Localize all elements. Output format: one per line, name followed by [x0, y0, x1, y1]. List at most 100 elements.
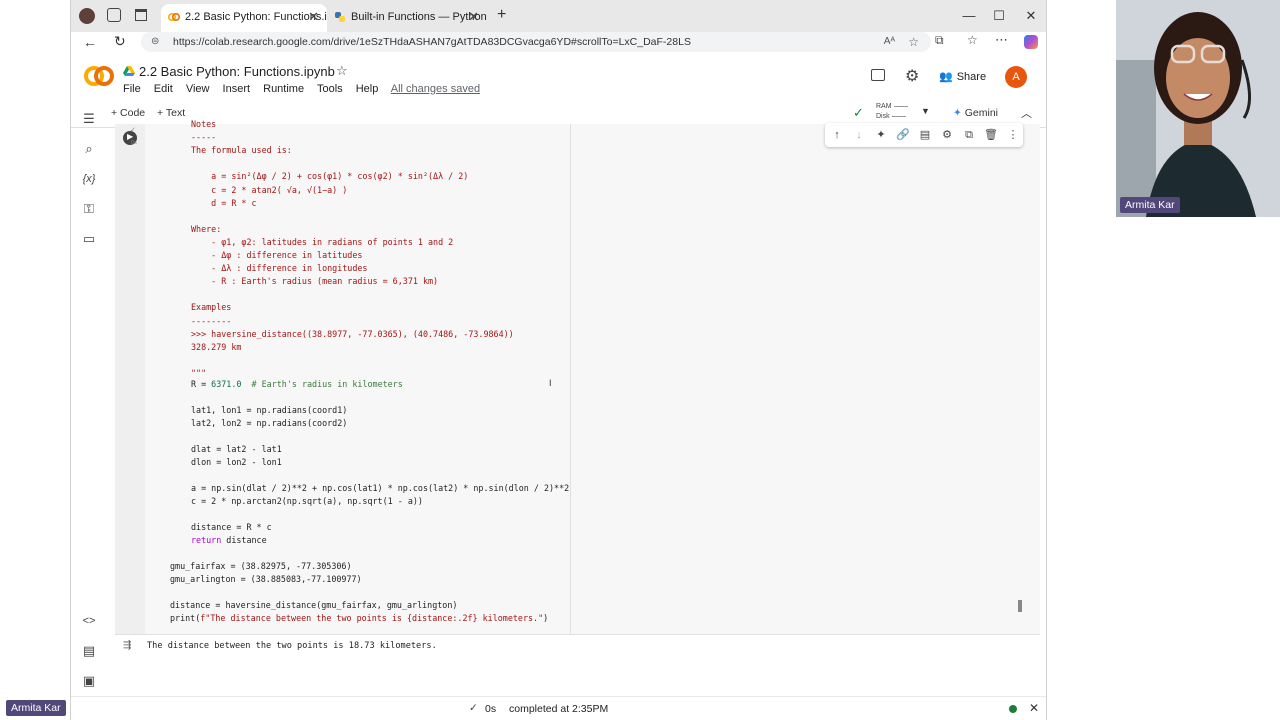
menu-view[interactable]: View [186, 83, 210, 95]
connected-check-icon: ✓ [853, 105, 864, 120]
docstring-line: 328.279 km [191, 341, 242, 352]
site-info-icon[interactable]: ⊜ [151, 32, 159, 52]
menu-bar: File Edit View Insert Runtime Tools Help… [123, 83, 490, 95]
table-of-contents-icon[interactable]: ☰ [80, 110, 98, 128]
comment-icon[interactable] [871, 69, 885, 81]
code-editor[interactable]: Notes ----- The formula used is: a = sin²(… [170, 119, 1046, 634]
code-line-lat2: lat2, lon2 = np.radians(coord2) [191, 418, 348, 428]
add-code-button[interactable]: + Code [111, 107, 145, 119]
search-icon[interactable]: ⌕ [80, 140, 98, 158]
drive-icon [123, 66, 135, 76]
code-line-arlington: gmu_arlington = (38.885083,-77.100977) [170, 574, 362, 584]
comment-icon[interactable]: ▤ [917, 127, 933, 143]
menu-insert[interactable]: Insert [223, 83, 251, 95]
status-bar: ✓ 0s completed at 2:35PM ✕ [71, 696, 1046, 720]
link-icon[interactable]: 🔗 [895, 127, 911, 143]
menu-help[interactable]: Help [356, 83, 379, 95]
command-palette-icon[interactable]: ▤ [80, 642, 98, 660]
screen: 2.2 Basic Python: Functions.ipynb ✕ Buil… [0, 0, 1280, 720]
gemini-sparkle-icon[interactable]: ✦ [873, 127, 889, 143]
tab-label: 2.2 Basic Python: Functions.ipynb [185, 11, 327, 23]
gemini-sparkle-icon: ✦ [953, 107, 962, 119]
read-aloud-icon[interactable]: Aᴬ [884, 32, 895, 52]
settings-gear-icon[interactable]: ⚙ [905, 66, 919, 86]
ram-bar [893, 105, 908, 107]
cell-toolbar: ↑ ↓ ✦ 🔗 ▤ ⚙ ⧉ 🗑 ⋮ [825, 123, 1023, 147]
tab-label: Built-in Functions — Python 3.13 [351, 11, 487, 23]
more-options-icon[interactable]: ⋮ [1005, 127, 1021, 143]
colab-header: 2.2 Basic Python: Functions.ipynb ☆ File… [71, 56, 1046, 128]
menu-edit[interactable]: Edit [154, 83, 173, 95]
new-tab-button[interactable]: + [497, 6, 506, 24]
code-cell[interactable]: ▶ ✓ 0s Notes ----- The formula used is: a … [115, 119, 1040, 634]
move-up-icon[interactable]: ↑ [829, 127, 845, 143]
text-cursor-icon: I [549, 378, 552, 388]
status-time: 0s [485, 703, 497, 715]
tab-bar: 2.2 Basic Python: Functions.ipynb ✕ Buil… [71, 0, 1046, 32]
close-window-icon[interactable]: ✕ [1021, 7, 1041, 25]
refresh-icon[interactable]: ↻ [114, 33, 126, 50]
code-line-dlon: dlon = lon2 - lon1 [191, 457, 282, 467]
minimize-icon[interactable]: — [959, 7, 979, 25]
copilot-icon[interactable] [1024, 35, 1038, 49]
user-avatar[interactable]: A [1005, 66, 1027, 88]
mirror-cell-icon[interactable]: ⧉ [961, 127, 977, 143]
webcam-feed: Armita Kar [1116, 0, 1280, 217]
cell-output: ⇶ The distance between the two points is… [115, 634, 1040, 660]
colab-logo-icon[interactable] [83, 64, 115, 88]
tab-python-docs[interactable]: Built-in Functions — Python 3.13 ✕ [327, 4, 487, 32]
cell-settings-icon[interactable]: ⚙ [939, 127, 955, 143]
files-folder-icon[interactable]: ▭ [80, 230, 98, 248]
menu-file[interactable]: File [123, 83, 141, 95]
menu-runtime[interactable]: Runtime [263, 83, 304, 95]
runtime-dropdown-icon[interactable]: ▼ [921, 106, 930, 116]
address-bar: ← ↻ ⊜ https://colab.research.google.com/… [71, 32, 1046, 54]
star-icon[interactable]: ☆ [336, 63, 348, 79]
close-tab-icon[interactable]: ✕ [308, 4, 319, 30]
output-icon[interactable]: ⇶ [123, 640, 131, 651]
menu-tools[interactable]: Tools [317, 83, 343, 95]
cell-gutter [115, 124, 145, 634]
docstring-line: -------- [191, 315, 232, 326]
favorites-icon[interactable]: ☆ [967, 33, 978, 47]
more-icon[interactable]: ⋯ [995, 32, 1008, 48]
delete-icon[interactable]: 🗑 [983, 127, 999, 143]
profile-avatar[interactable] [79, 8, 95, 24]
docstring-line: a = sin²(Δφ / 2) + cos(φ1) * cos(φ2) * s… [191, 171, 469, 182]
presenter-video [1116, 0, 1280, 217]
terminal-icon[interactable]: ▣ [80, 672, 98, 690]
gemini-button[interactable]: ✦ Gemini [953, 107, 998, 119]
scrollbar-thumb[interactable] [1018, 600, 1022, 612]
code-snippets-icon[interactable]: <> [80, 612, 98, 630]
docstring-line: - Δφ : difference in latitudes [191, 250, 363, 260]
docstring-line: - φ1, φ2: latitudes in radians of points… [191, 236, 454, 247]
disk-bar [891, 115, 906, 117]
share-button[interactable]: 👥 Share [939, 70, 986, 83]
code-line-lat1: lat1, lon1 = np.radians(coord1) [191, 405, 348, 415]
notebook-title[interactable]: 2.2 Basic Python: Functions.ipynb [139, 64, 335, 79]
left-rail: ☰ ⌕ {x} ⚿ ▭ <> ▤ ▣ [71, 111, 107, 698]
browser-window: 2.2 Basic Python: Functions.ipynb ✕ Buil… [70, 0, 1047, 720]
move-down-icon[interactable]: ↓ [851, 127, 867, 143]
secrets-key-icon[interactable]: ⚿ [80, 200, 98, 218]
tab-actions-icon[interactable] [135, 9, 147, 21]
docstring-line: Examples [191, 302, 232, 313]
collections-icon[interactable] [107, 8, 121, 22]
collapse-header-icon[interactable]: ︿ [1021, 105, 1032, 121]
close-tab-icon[interactable]: ✕ [468, 4, 479, 30]
code-line-dlat: dlat = lat2 - lat1 [191, 444, 282, 454]
favorite-star-icon[interactable]: ☆ [908, 32, 919, 52]
add-text-button[interactable]: + Text [157, 107, 185, 119]
variables-icon[interactable]: {x} [80, 170, 98, 188]
docstring-line: - Δλ : difference in longitudes [191, 263, 368, 274]
close-status-icon[interactable]: ✕ [1029, 701, 1039, 715]
tab-colab[interactable]: 2.2 Basic Python: Functions.ipynb ✕ [161, 4, 327, 32]
extensions-icon[interactable]: ⧉ [935, 33, 944, 48]
url-field[interactable]: ⊜ https://colab.research.google.com/driv… [141, 32, 931, 52]
maximize-icon[interactable]: ☐ [989, 7, 1009, 25]
code-line-c: c = 2 * np.arctan2(np.sqrt(a), np.sqrt(1… [191, 496, 423, 506]
back-icon[interactable]: ← [83, 34, 97, 50]
docstring-line: >>> haversine_distance((38.8977, -77.036… [191, 328, 514, 339]
resources-indicator[interactable]: RAM Disk [876, 102, 908, 122]
save-status[interactable]: All changes saved [391, 83, 480, 95]
